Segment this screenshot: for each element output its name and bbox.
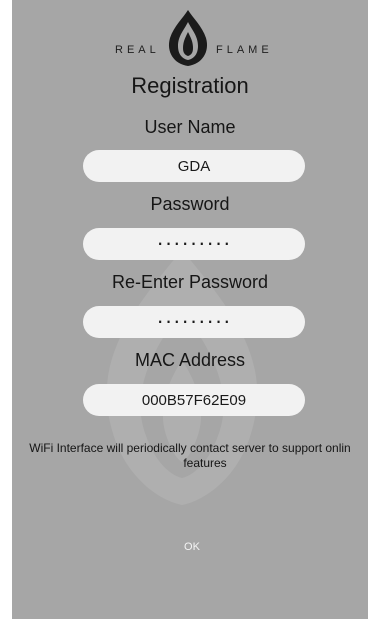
brand-logo: REAL FLAME <box>12 4 368 66</box>
notice-line-2: features <box>183 456 227 470</box>
password-label: Password <box>150 194 230 214</box>
reenter-password-field[interactable]: ········· <box>83 306 305 338</box>
mac-address-label: MAC Address <box>134 350 246 370</box>
mac-address-field[interactable] <box>83 384 305 416</box>
registration-screen: REAL FLAME Registration User Name Passwo… <box>12 0 368 619</box>
real-flame-logo-icon <box>168 10 208 66</box>
brand-left-word: REAL <box>115 44 160 56</box>
username-label: User Name <box>144 117 236 137</box>
brand-right-word: FLAME <box>216 44 273 56</box>
notice-text: WiFi Interface will periodically contact… <box>12 441 368 471</box>
ok-button[interactable]: OK <box>162 534 222 560</box>
page-title: Registration <box>131 73 249 98</box>
notice-line-1: WiFi Interface will periodically contact… <box>29 441 351 455</box>
username-field[interactable] <box>83 150 305 182</box>
password-field[interactable]: ········· <box>83 228 305 260</box>
reenter-password-label: Re-Enter Password <box>111 272 269 292</box>
